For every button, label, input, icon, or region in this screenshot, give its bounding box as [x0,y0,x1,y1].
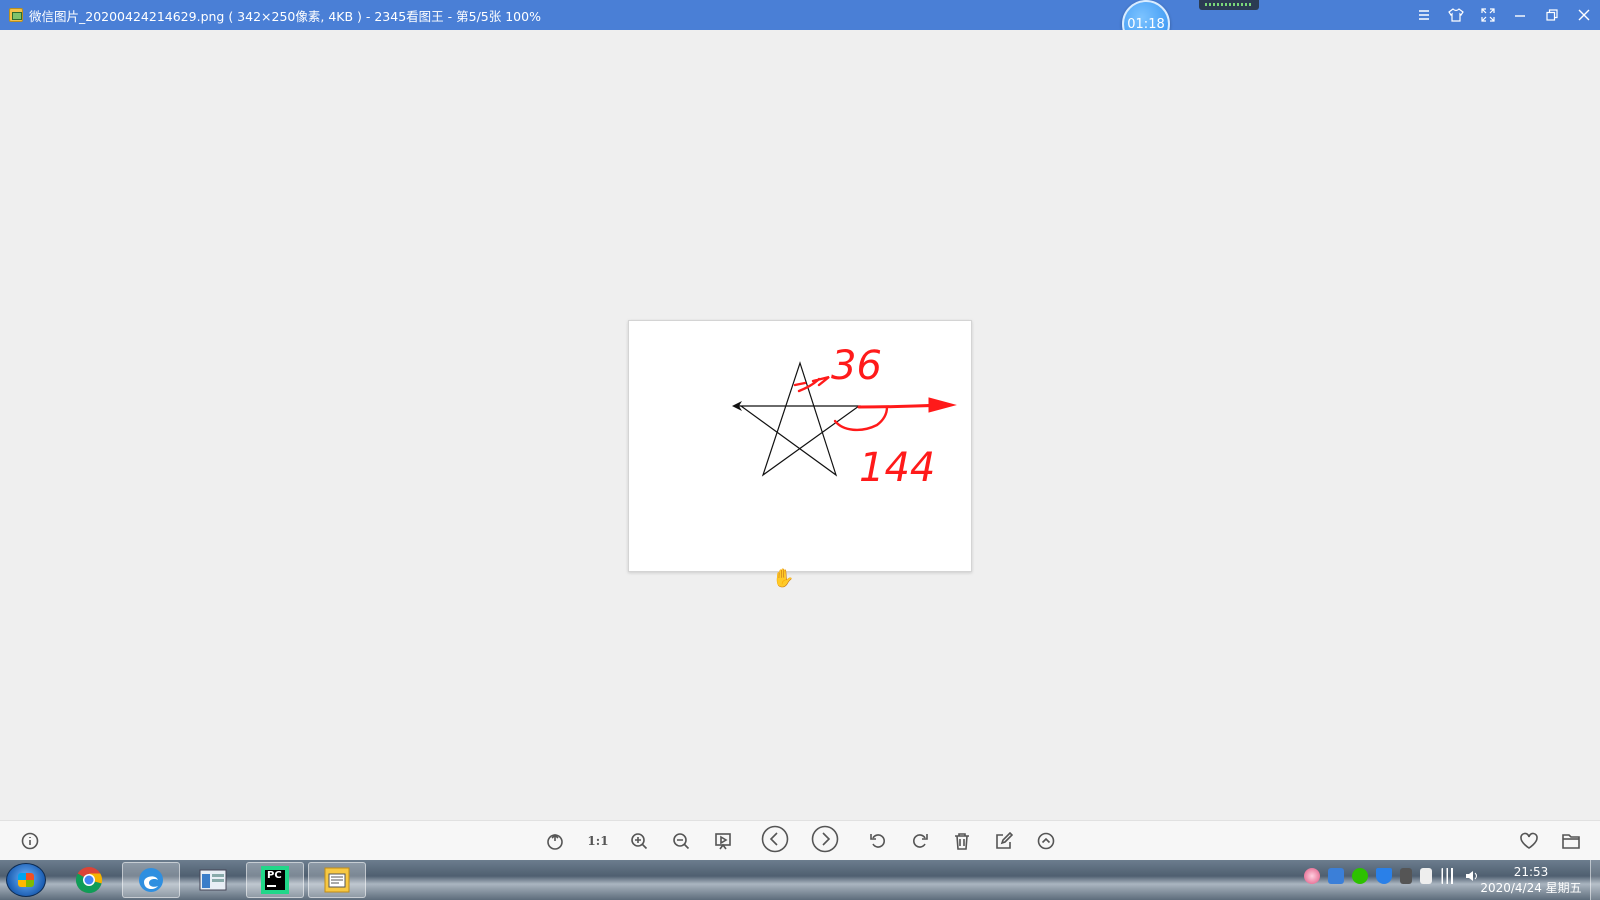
network-speed-widget [1199,0,1259,10]
info-icon[interactable] [18,829,42,853]
taskbar-file-manager[interactable] [184,862,242,898]
minimize-icon[interactable] [1504,0,1536,30]
title-bar: 微信图片_20200424214629.png ( 342×250像素, 4KB… [0,0,1600,30]
fit-icon[interactable] [543,829,567,853]
file-manager-icon [199,869,227,891]
open-folder-icon[interactable] [1558,829,1584,853]
window-controls [1408,0,1600,30]
displayed-image[interactable]: 36 144 [628,320,972,572]
actual-size-label: 1:1 [587,834,609,848]
clock-date: 2020/4/24 星期五 [1480,881,1582,895]
chrome-icon [75,867,103,894]
clock-time: 21:53 [1513,865,1549,879]
system-clock[interactable]: 21:53 2020/4/24 星期五 [1476,864,1586,896]
taskbar-pycharm[interactable]: PC [246,862,304,898]
shield-tray-icon[interactable] [1376,868,1392,884]
edit-icon[interactable] [992,829,1016,853]
bottom-toolbar: 1:1 [0,820,1600,860]
rotate-left-icon[interactable] [866,829,890,853]
taskbar-chrome[interactable] [60,862,118,898]
fullscreen-icon[interactable] [1472,0,1504,30]
network-tray-icon[interactable] [1440,868,1456,884]
shirt-icon[interactable] [1440,0,1472,30]
close-icon[interactable] [1568,0,1600,30]
taskbar: PC 21:53 2020/4/24 星期五 [0,860,1600,900]
delete-icon[interactable] [950,829,974,853]
rotate-right-icon[interactable] [908,829,932,853]
system-tray [1304,868,1480,884]
device-tray-icon[interactable] [1400,868,1412,884]
hand-cursor-icon: ✋ [772,568,795,589]
angle-144-label: 144 [859,445,935,491]
menu-icon[interactable] [1408,0,1440,30]
next-icon[interactable] [810,825,840,853]
flower-tray-icon[interactable] [1304,868,1320,884]
more-icon[interactable] [1034,829,1058,853]
prev-icon[interactable] [760,825,790,853]
cube-tray-icon[interactable] [1328,868,1344,884]
usb-tray-icon[interactable] [1420,868,1432,884]
app-logo-icon [9,8,23,22]
taskbar-image-viewer[interactable] [308,862,366,898]
start-button[interactable] [6,863,46,897]
show-desktop-button[interactable] [1590,860,1600,900]
angle-36-label: 36 [831,343,882,389]
zoom-in-icon[interactable] [627,829,651,853]
taskbar-edge[interactable] [122,862,180,898]
image-canvas[interactable]: 36 144 ✋ [0,30,1600,820]
restore-icon[interactable] [1536,0,1568,30]
actual-size-button[interactable]: 1:1 [585,829,611,853]
wechat-tray-icon[interactable] [1352,868,1368,884]
zoom-out-icon[interactable] [669,829,693,853]
image-viewer-icon [324,867,350,893]
favorite-icon[interactable] [1516,829,1542,853]
pycharm-label: PC [267,870,282,881]
window-title: 微信图片_20200424214629.png ( 342×250像素, 4KB… [29,8,541,24]
slideshow-icon[interactable] [711,829,735,853]
edge-icon [139,868,163,892]
